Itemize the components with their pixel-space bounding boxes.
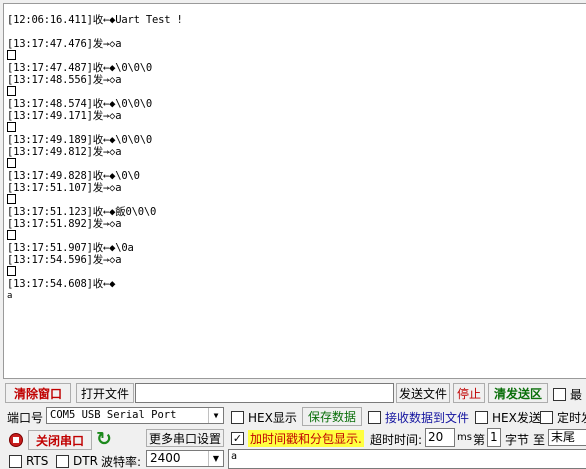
clear-window-button[interactable]: 清除窗口	[5, 383, 71, 403]
newline-box-glyph	[7, 230, 586, 242]
hex-send-label: HEX发送	[492, 411, 541, 425]
receive-line: [13:17:49.828]收←◆\0\0	[7, 170, 140, 182]
newline-box-glyph	[7, 122, 586, 134]
baud-rate-select[interactable]: 2400 ▼	[146, 450, 224, 467]
hex-send-checkbox[interactable]: HEX发送	[475, 409, 541, 426]
receive-to-file-label: 接收数据到文件	[385, 411, 470, 425]
hex-send-checkbox-box[interactable]	[475, 411, 488, 424]
receive-line: [13:17:49.171]发→◇a	[7, 110, 122, 122]
receive-to-file-checkbox[interactable]: 接收数据到文件	[368, 409, 469, 426]
receive-line: [13:17:51.107]发→◇a	[7, 182, 122, 194]
refresh-icon[interactable]: ↻	[95, 428, 113, 450]
receive-line: [13:17:51.123]收←◆飯0\0\0	[7, 206, 157, 218]
receive-line: [13:17:54.608]收←◆	[7, 278, 116, 290]
minimize-checkbox[interactable]: 最	[553, 386, 582, 403]
timestamp-checkbox-box[interactable]: ✓	[231, 432, 244, 445]
rts-checkbox-box[interactable]	[9, 454, 22, 468]
receive-to-file-checkbox-box[interactable]	[368, 411, 381, 424]
more-port-settings-button[interactable]: 更多串口设置	[146, 429, 224, 447]
timed-send-label: 定时发	[557, 411, 586, 425]
timeout-label: 超时时间:	[370, 433, 423, 447]
receive-line: [13:17:49.812]发→◇a	[7, 146, 122, 158]
timed-send-checkbox[interactable]: 定时发	[540, 409, 586, 426]
receive-line: [13:17:49.189]收←◆\0\0\0	[7, 134, 152, 146]
port-open-stop-icon[interactable]	[9, 433, 23, 447]
chevron-down-icon[interactable]: ▼	[208, 408, 223, 423]
receive-line: [13:17:48.574]收←◆\0\0\0	[7, 98, 152, 110]
dtr-label: DTR	[73, 454, 98, 468]
open-file-button[interactable]: 打开文件	[76, 383, 134, 403]
port-select[interactable]: COM5 USB Serial Port ▼	[46, 407, 224, 424]
byte-index-input[interactable]: 1	[487, 428, 501, 447]
receive-line: [13:17:47.476]发→◇a	[7, 38, 122, 50]
newline-box-glyph	[7, 50, 586, 62]
newline-box-glyph	[7, 86, 586, 98]
clear-send-area-button[interactable]: 清发送区	[488, 383, 548, 403]
end-position-select[interactable]: 末尾	[548, 429, 586, 446]
port-select-value: COM5 USB Serial Port	[50, 409, 177, 421]
receive-line: [13:17:48.556]发→◇a	[7, 74, 122, 86]
port-label: 端口号	[7, 411, 44, 425]
rts-checkbox[interactable]: RTS	[9, 454, 48, 468]
hex-display-label: HEX显示	[248, 411, 297, 425]
minimize-checkbox-box[interactable]	[553, 388, 566, 401]
newline-box-glyph	[7, 158, 586, 170]
timeout-input[interactable]: 20	[425, 428, 455, 447]
baud-rate-label: 波特率:	[101, 455, 142, 469]
dtr-checkbox-box[interactable]	[56, 454, 69, 468]
to-label: 至	[533, 433, 546, 447]
rts-label: RTS	[26, 454, 49, 468]
hex-display-checkbox-box[interactable]	[231, 411, 244, 424]
byte-label: 字节	[505, 433, 530, 447]
baud-rate-value: 2400	[150, 451, 181, 465]
nth-label: 第	[473, 433, 486, 447]
receive-line: [13:17:54.596]发→◇a	[7, 254, 122, 266]
timeout-unit: ms	[457, 432, 472, 443]
newline-box-glyph	[7, 194, 586, 206]
dtr-checkbox[interactable]: DTR	[56, 454, 98, 468]
close-port-button[interactable]: 关闭串口	[28, 430, 92, 450]
receive-line	[7, 26, 586, 38]
timestamp-label: 加时间戳和分包显示.	[248, 430, 364, 447]
stop-button[interactable]: 停止	[453, 383, 485, 403]
save-data-button[interactable]: 保存数据	[302, 407, 362, 426]
receive-line: [13:17:51.907]收←◆\0a	[7, 242, 134, 254]
newline-box-glyph	[7, 266, 586, 278]
timestamp-checkbox[interactable]: ✓ 加时间戳和分包显示.	[231, 430, 364, 447]
hex-display-checkbox[interactable]: HEX显示	[231, 409, 297, 426]
receive-line: [13:17:51.892]发→◇a	[7, 218, 122, 230]
timed-send-checkbox-box[interactable]	[540, 411, 553, 424]
file-path-input[interactable]	[135, 383, 394, 403]
receive-line: a	[7, 291, 13, 301]
send-text-area[interactable]: a	[228, 449, 586, 469]
send-file-button[interactable]: 发送文件	[396, 383, 450, 403]
receive-line: [13:17:47.487]收←◆\0\0\0	[7, 62, 152, 74]
chevron-down-icon[interactable]: ▼	[208, 451, 223, 466]
receive-text-area[interactable]: [12:06:16.411]收←◆Uart Test ! [13:17:47.47…	[3, 3, 586, 379]
end-position-value: 末尾	[551, 430, 576, 444]
minimize-label: 最	[570, 388, 583, 402]
receive-line: [12:06:16.411]收←◆Uart Test !	[7, 14, 183, 26]
